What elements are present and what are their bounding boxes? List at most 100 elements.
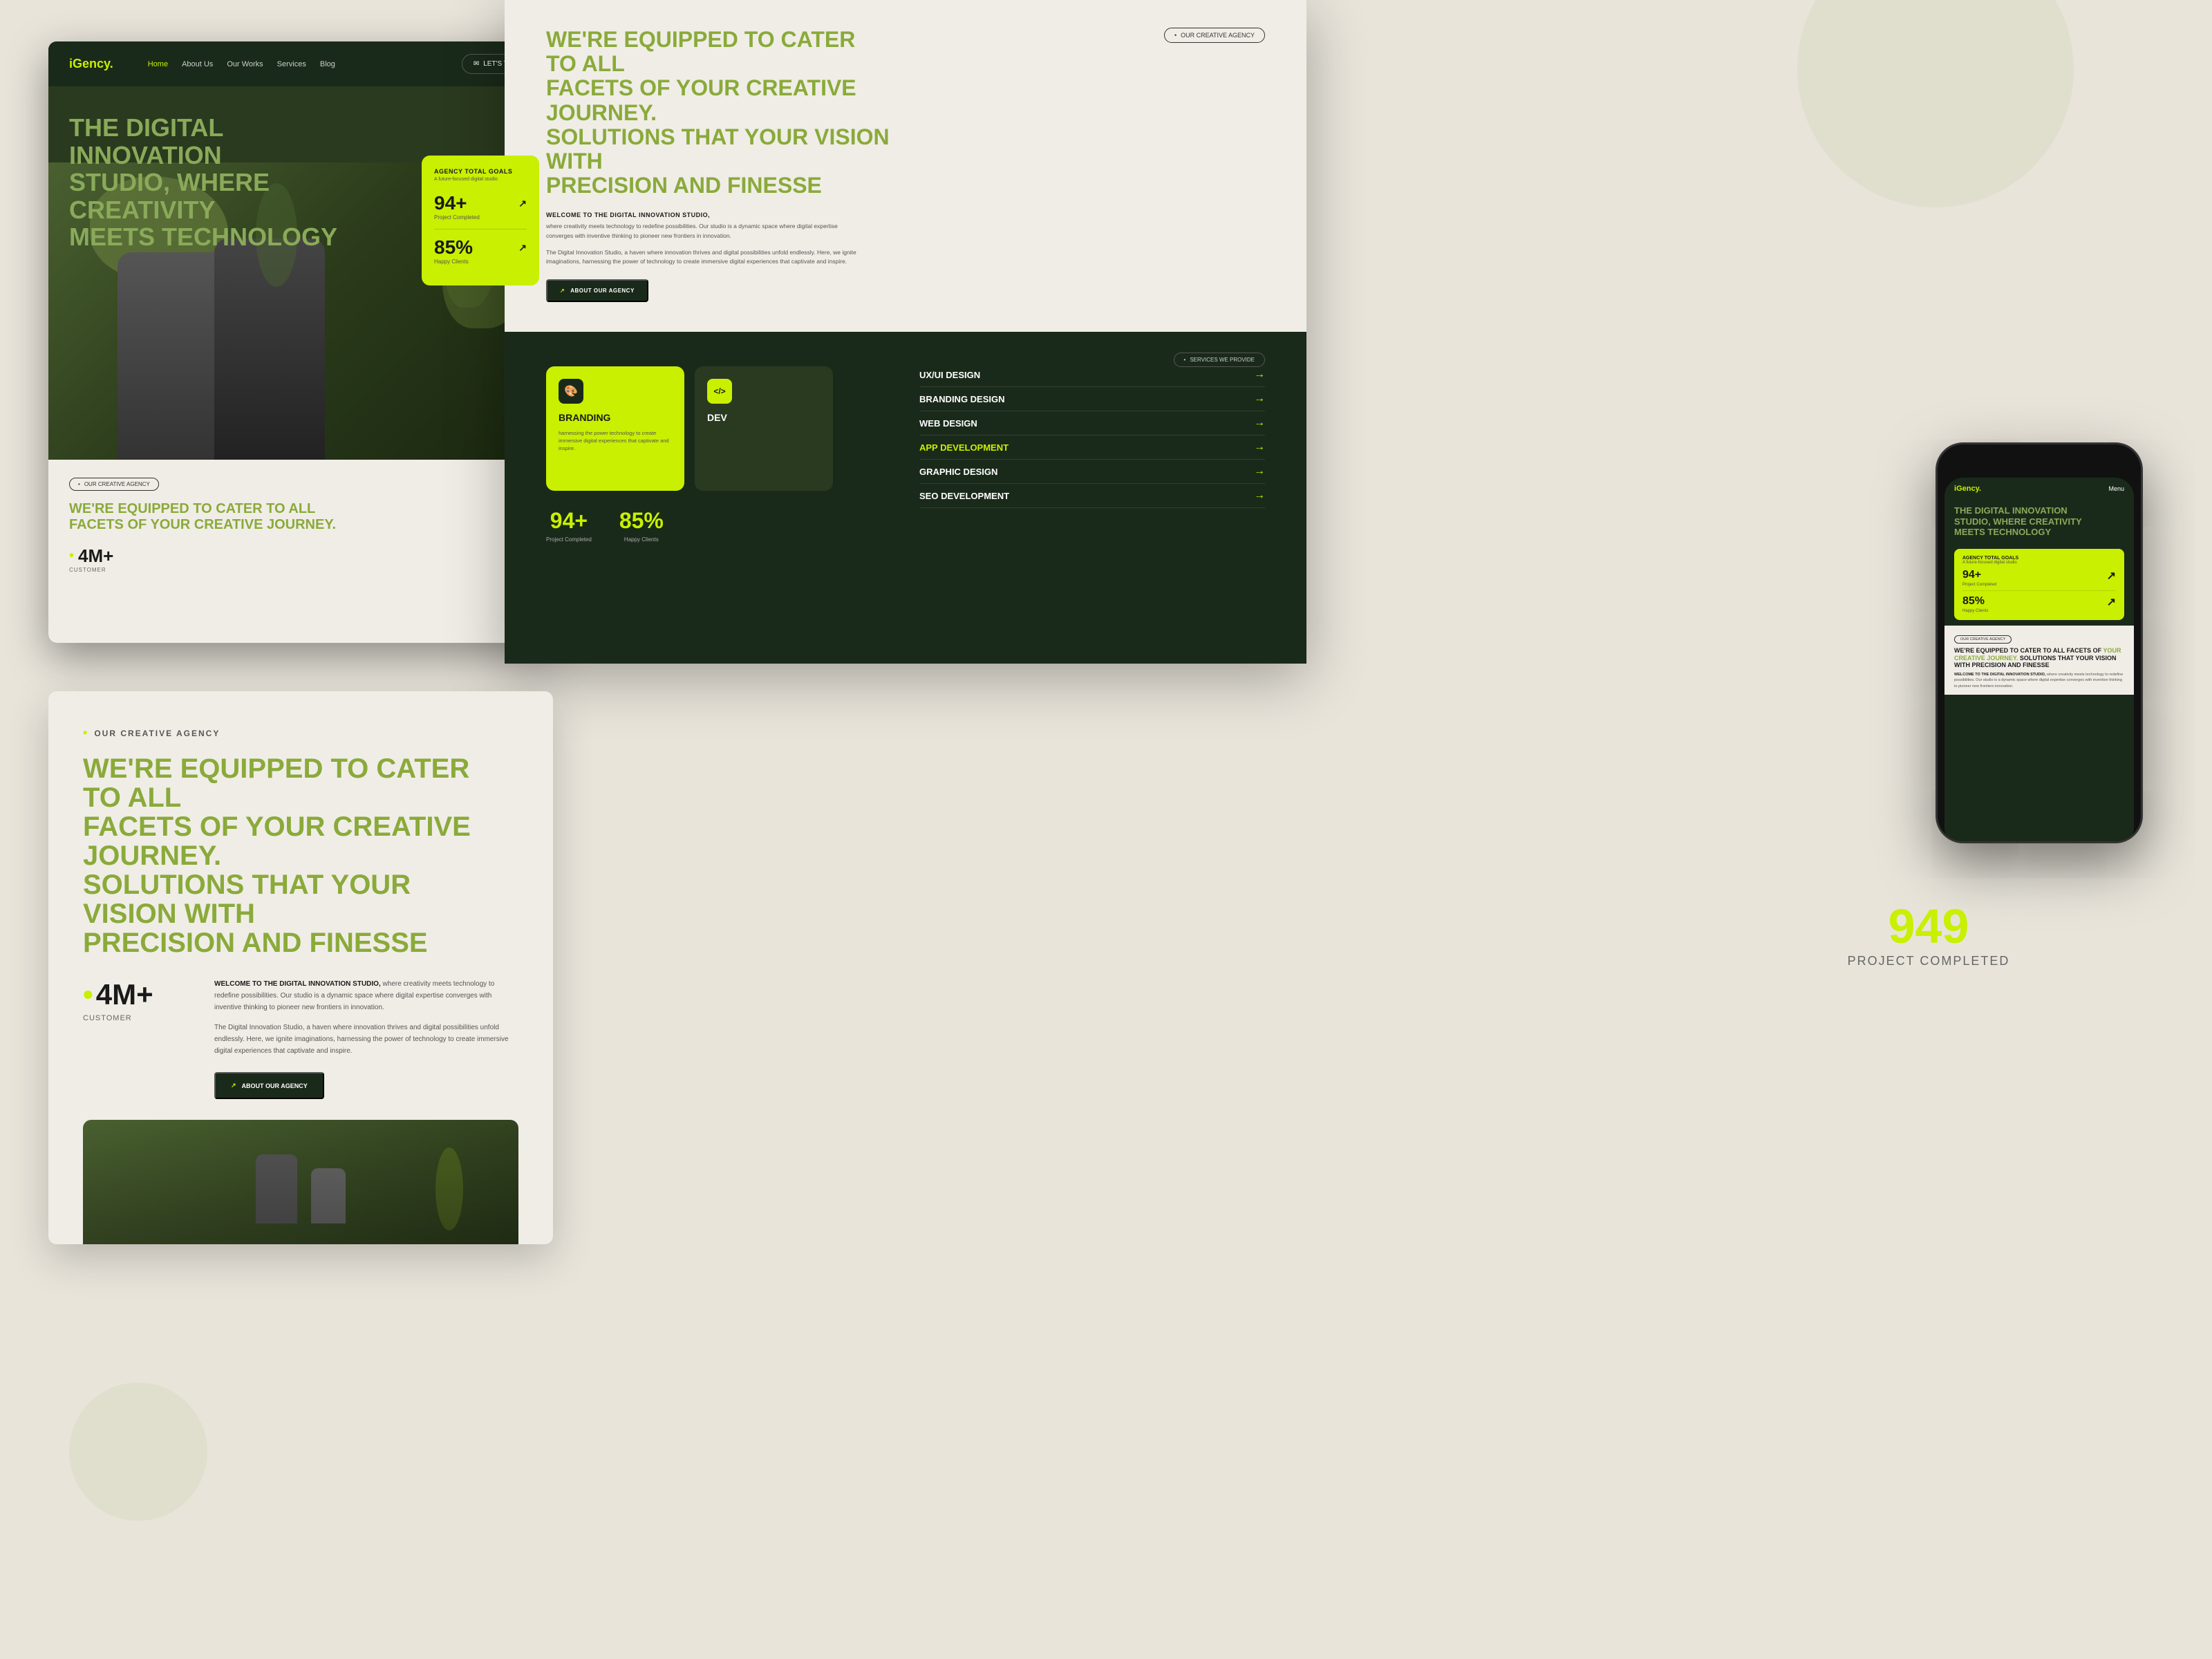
agency-tag-label: OUR CREATIVE AGENCY [84, 481, 150, 487]
phone-agency-tag: OUR CREATIVE AGENCY [1954, 635, 2012, 644]
phone-navbar: iGency. Menu [1944, 478, 2134, 500]
dev-icon-label: </> [713, 386, 725, 396]
left-browser-window: iGency. Home About Us Our Works Services… [48, 41, 553, 643]
about-agency-button[interactable]: ↗ ABOUT OUR AGENCY [546, 279, 648, 302]
cta-arrow-icon: ↗ [231, 1082, 236, 1089]
nav-home[interactable]: Home [148, 60, 168, 68]
phone-title-l1: THE DIGITAL INNOVATION [1954, 505, 2068, 516]
service-label-6: SEO DEVELOPMENT [919, 491, 1009, 501]
office-person-1 [256, 1154, 297, 1224]
center-heading-l3: SOLUTIONS THAT YOUR VISION WITH [546, 124, 890, 174]
phone-title-l3: MEETS TECHNOLOGY [1954, 527, 2051, 537]
stat-clients: 85% ↗ Happy Clients [434, 236, 527, 265]
nav-works[interactable]: Our Works [227, 60, 263, 68]
phone-title-l2: STUDIO, [1954, 516, 1991, 527]
stat-projects-big: 94+ Project Completed [546, 508, 592, 543]
center-main-heading: WE'RE EQUIPPED TO CATER TO ALL FACETS OF… [546, 28, 892, 198]
stats-row: 94+ Project Completed 85% Happy Clients [546, 508, 892, 543]
stat-projects-label: Project Completed [434, 214, 527, 221]
bg-circle-2 [69, 1382, 207, 1521]
stat-big-projects-num: 94+ [546, 508, 592, 534]
mini-office-scene [83, 1120, 518, 1244]
stats-card-title: AGENCY TOTAL GOALS [434, 168, 527, 175]
service-item-5[interactable]: GRAPHIC DESIGN → [919, 460, 1265, 484]
nav-about[interactable]: About Us [182, 60, 213, 68]
stats-card-subtitle: A future-focused digital studio [434, 177, 527, 182]
hero-section: THE DIGITAL INNOVATION STUDIO, WHERE CRE… [48, 86, 553, 460]
phone-about-bold: WELCOME TO THE DIGITAL INNOVATION STUDIO… [1954, 673, 2045, 677]
about-para-2: The Digital Innovation Studio, a haven w… [214, 1022, 518, 1057]
nav-services[interactable]: Services [277, 60, 306, 68]
about-bold-intro: WELCOME TO THE DIGITAL INNOVATION STUDIO… [214, 980, 381, 988]
dev-icon: </> [707, 379, 732, 404]
phone-divider [1962, 590, 2116, 591]
phone-stat-clients-num: 85% ↗ [1962, 595, 2116, 609]
service-item-3[interactable]: WEB DESIGN → [919, 411, 1265, 435]
services-bullet: • [1184, 357, 1186, 363]
service-label-4: APP DEVELOPMENT [919, 442, 1009, 453]
hero-title-line3: MEETS TECHNOLOGY [69, 223, 337, 251]
service-card-branding: 🎨 BRANDING harnessing the power technolo… [546, 366, 684, 491]
nav-blog[interactable]: Blog [320, 60, 335, 68]
large-stat-number: 949 [1749, 899, 2108, 954]
phone-projects-value: 94+ [1962, 569, 1981, 583]
cta-label: ABOUT OUR AGENCY [242, 1082, 308, 1089]
office-person-2 [311, 1168, 346, 1224]
phone-clients-value: 85% [1962, 595, 1985, 609]
hero-text: THE DIGITAL INNOVATION STUDIO, WHERE CRE… [69, 114, 346, 251]
branding-icon: 🎨 [559, 379, 583, 404]
stat-clients-label: Happy Clients [434, 259, 527, 265]
customer-stat: • 4M+ [69, 545, 532, 567]
branding-text: harnessing the power technology to creat… [559, 429, 672, 453]
main-heading-l2: FACETS OF [83, 812, 238, 842]
stat-clients-value: 85% [434, 236, 473, 259]
about-cta-button[interactable]: ↗ ABOUT OUR AGENCY [214, 1072, 324, 1099]
about-main-section: OUR CREATIVE AGENCY WE'RE EQUIPPED TO CA… [48, 691, 553, 1120]
phone-menu-label[interactable]: Menu [2108, 485, 2124, 492]
phone-about-body: WELCOME TO THE DIGITAL INNOVATION STUDIO… [1954, 672, 2124, 689]
phone-stat-projects: 94+ ↗ Project Completed [1962, 569, 2116, 587]
service-arrow-2: → [1254, 393, 1265, 405]
mini-office-image [83, 1120, 518, 1244]
stat-customers-value: 4M+ [78, 545, 113, 567]
center-heading-l2: FACETS OF [546, 75, 671, 100]
services-tag-label: SERVICES WE PROVIDE [1190, 357, 1255, 363]
services-tag[interactable]: • SERVICES WE PROVIDE [1174, 353, 1265, 367]
center-browser-window: • OUR CREATIVE AGENCY WE'RE EQUIPPED TO … [505, 0, 1306, 664]
office-plant [435, 1147, 463, 1230]
tag-bullet: • [1174, 32, 1177, 39]
service-item-6[interactable]: SEO DEVELOPMENT → [919, 484, 1265, 508]
about-stat-column: • 4M+ CUSTOMER [83, 978, 194, 1099]
about-heading: WE'RE EQUIPPED TO CATER TO ALL FACETS OF… [69, 501, 359, 533]
service-item-2[interactable]: BRANDING DESIGN → [919, 387, 1265, 411]
center-agency-tag[interactable]: • OUR CREATIVE AGENCY [1164, 28, 1265, 43]
service-arrow-4: → [1254, 441, 1265, 453]
service-arrow-1: → [1254, 368, 1265, 381]
stat-4m-block: • 4M+ [83, 978, 194, 1011]
stat-4m-dot: • [83, 978, 93, 1011]
about-heading-line1: WE'RE EQUIPPED TO CATER TO ALL [69, 501, 315, 516]
main-heading-l4: PRECISION AND FINESSE [83, 928, 428, 958]
about-heading-line2: FACETS OF [69, 517, 147, 532]
phone-projects-label: Project Completed [1962, 583, 2116, 587]
phone-hero-title: THE DIGITAL INNOVATION STUDIO, WHERE CRE… [1954, 505, 2124, 538]
service-label-5: GRAPHIC DESIGN [919, 467, 997, 477]
service-arrow-3: → [1254, 417, 1265, 429]
stat-customers-label: CUSTOMER [69, 567, 532, 573]
phone-stats-title: AGENCY TOTAL GOALS [1962, 556, 2116, 561]
center-heading-l1: WE'RE EQUIPPED TO CATER TO ALL [546, 27, 855, 76]
stat-clients-big: 85% Happy Clients [619, 508, 664, 543]
center-body-para2: The Digital Innovation Studio, a haven w… [546, 248, 864, 267]
services-layout: 🎨 BRANDING harnessing the power technolo… [546, 353, 1265, 543]
phone-stat-clients: 85% ↗ Happy Clients [1962, 595, 2116, 613]
about-cta-label: ABOUT OUR AGENCY [570, 288, 635, 294]
center-body: WELCOME TO THE DIGITAL INNOVATION STUDIO… [546, 212, 864, 266]
large-stat-label: Project Completed [1749, 954, 2108, 968]
service-item-4[interactable]: APP DEVELOPMENT → [919, 435, 1265, 460]
stat-projects-number: 94+ ↗ [434, 192, 527, 214]
phone-clients-label: Happy Clients [1962, 609, 2116, 613]
about-section-left: • OUR CREATIVE AGENCY WE'RE EQUIPPED TO … [48, 460, 553, 643]
phone-notch [2005, 458, 2074, 472]
email-icon: ✉ [474, 60, 479, 68]
bottom-left-window: OUR CREATIVE AGENCY WE'RE EQUIPPED TO CA… [48, 691, 553, 1244]
